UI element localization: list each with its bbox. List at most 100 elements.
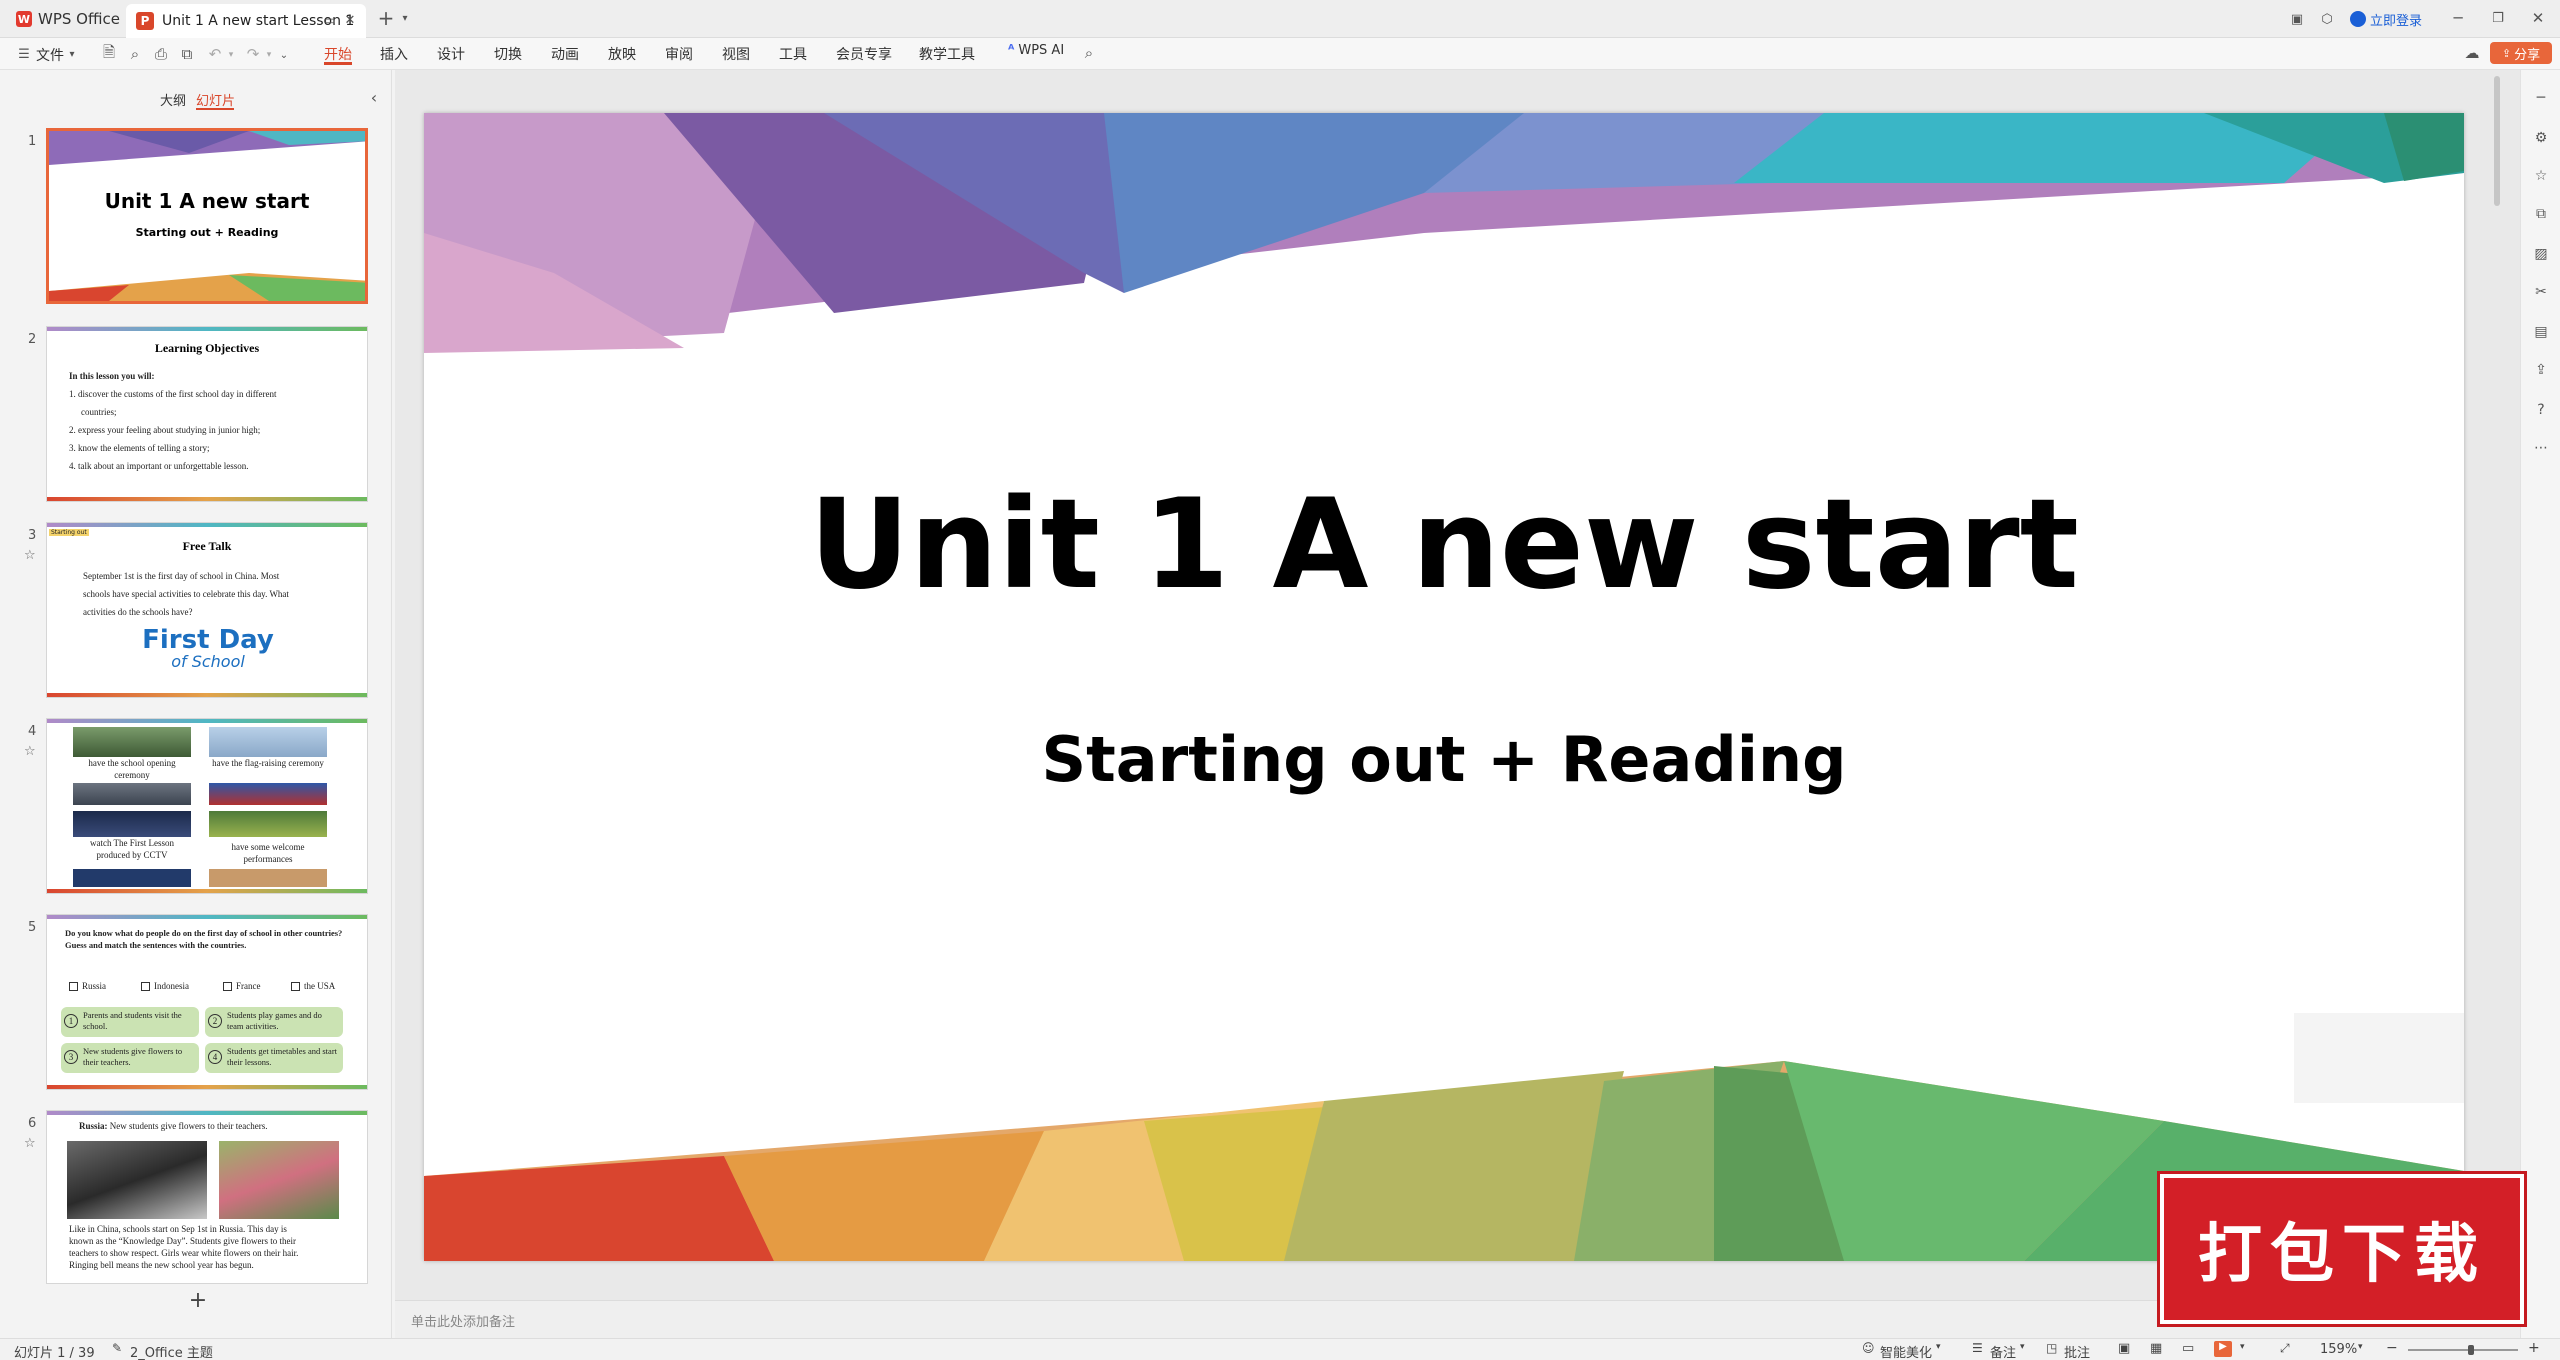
thumb-number: 5 [28, 920, 37, 935]
cube-icon[interactable]: ⬡ [2318, 10, 2336, 28]
smart-beautify-button[interactable]: 智能美化 [1880, 1342, 1932, 1360]
preview-icon[interactable]: ⧉ [178, 45, 196, 63]
play-slideshow-icon[interactable]: ▶ [2214, 1341, 2232, 1357]
tab-review[interactable]: 审阅 [665, 44, 693, 64]
collapse-panel-icon[interactable]: ‹ [366, 88, 382, 107]
picture-icon[interactable]: ▨ [2521, 242, 2560, 266]
cloud-sync-icon[interactable]: ☁ [2462, 44, 2482, 62]
redo-icon[interactable]: ↷ [244, 45, 262, 63]
comment-toggle[interactable]: 批注 [2064, 1342, 2090, 1360]
hamburger-menu-icon[interactable]: ☰ [16, 46, 32, 62]
zoom-slider-thumb[interactable] [2468, 1345, 2474, 1355]
theme-name[interactable]: 2_Office 主题 [130, 1342, 213, 1360]
magic-tools-icon[interactable]: ✂ [2521, 280, 2560, 304]
thumb6-heading: Russia: New students give flowers to the… [79, 1121, 267, 1131]
play-chevron-icon[interactable]: ▾ [2240, 1342, 2245, 1352]
redo-chevron-icon[interactable]: ▾ [264, 47, 274, 63]
tab-slideshow[interactable]: 放映 [608, 44, 636, 64]
close-tab-icon[interactable]: ✕ [342, 12, 358, 28]
wps-home-label: WPS Office [38, 10, 120, 28]
collapse-toolbar-icon[interactable]: ─ [2521, 86, 2560, 110]
zoom-level[interactable]: 159% [2320, 1342, 2357, 1357]
find-icon[interactable]: ⌕ [126, 45, 144, 63]
slide-thumbnail-3[interactable]: Starting out Free Talk September 1st is … [46, 522, 368, 698]
match-option[interactable]: 1 Parents and students visit the school. [61, 1007, 199, 1037]
undo-icon[interactable]: ↶ [206, 45, 224, 63]
copy-format-icon[interactable]: ⧉ [2521, 202, 2560, 226]
zoom-slider[interactable] [2408, 1349, 2518, 1351]
tab-outline[interactable]: 大纲 [160, 90, 186, 109]
share-slides-icon[interactable]: ⇪ [2521, 358, 2560, 382]
wps-ai-button[interactable]: ᴬ WPS AI [1008, 43, 1064, 58]
close-window-icon[interactable]: ✕ [2526, 8, 2550, 28]
zoom-in-icon[interactable]: + [2528, 1340, 2540, 1356]
normal-view-icon[interactable]: ▣ [2118, 1341, 2130, 1356]
country-option[interactable]: Russia [69, 981, 106, 992]
tab-animations[interactable]: 动画 [551, 44, 579, 64]
file-menu[interactable]: 文件 [36, 45, 64, 65]
star-icon[interactable]: ☆ [24, 744, 36, 759]
save-icon[interactable]: 🗎 [100, 43, 118, 63]
tab-home[interactable]: 开始 [324, 44, 352, 64]
notes-icon: ☰ [1972, 1341, 1983, 1355]
country-option[interactable]: Indonesia [141, 981, 189, 992]
tab-view[interactable]: 视图 [722, 44, 750, 64]
monitor-icon[interactable]: ▭ [322, 12, 338, 28]
star-icon[interactable]: ☆ [24, 1136, 36, 1151]
slide-thumbnail-2[interactable]: Learning Objectives In this lesson you w… [46, 326, 368, 502]
restore-icon[interactable]: ❐ [2486, 8, 2510, 28]
login-button[interactable]: 立即登录 [2350, 9, 2422, 29]
country-option[interactable]: France [223, 981, 261, 992]
slide-thumbnail-6[interactable]: Russia: New students give flowers to the… [46, 1110, 368, 1284]
option-text: Students play games and do team activiti… [227, 1010, 322, 1031]
download-banner[interactable]: 打包下载 [2160, 1174, 2524, 1324]
tab-member[interactable]: 会员专享 [836, 44, 892, 64]
tab-design[interactable]: 设计 [437, 44, 465, 64]
fit-window-icon[interactable]: ⤢ [2280, 1341, 2290, 1356]
search-icon[interactable]: ⌕ [1080, 44, 1098, 62]
slide-right-shadow-shape [2294, 1013, 2464, 1103]
document-tab[interactable]: P Unit 1 A new start Lesson 1 ▭ ✕ [126, 4, 366, 38]
scrollbar-thumb[interactable] [2494, 76, 2500, 206]
print-icon[interactable]: ⎙ [152, 45, 170, 63]
thumb6-line: teachers to show respect. Girls wear whi… [69, 1248, 299, 1258]
notes-chevron-icon[interactable]: ▾ [2020, 1342, 2025, 1352]
tab-tools[interactable]: 工具 [779, 44, 807, 64]
tab-slides[interactable]: 幻灯片 [196, 90, 235, 109]
window-layout-icon[interactable]: ▣ [2288, 10, 2306, 28]
slide-subtitle[interactable]: Starting out + Reading [424, 723, 2464, 796]
zoom-chevron-icon[interactable]: ▾ [2358, 1342, 2363, 1352]
tab-insert[interactable]: 插入 [380, 44, 408, 64]
properties-icon[interactable]: ⚙ [2521, 126, 2560, 150]
current-slide[interactable]: Unit 1 A new start Starting out + Readin… [424, 113, 2464, 1261]
match-option[interactable]: 4 Students get timetables and start their… [205, 1043, 343, 1073]
more-icon[interactable]: ⋯ [2521, 436, 2560, 460]
country-option[interactable]: the USA [291, 981, 335, 992]
notes-toggle[interactable]: 备注 [1990, 1342, 2016, 1360]
reading-view-icon[interactable]: ▭ [2182, 1341, 2194, 1356]
zoom-out-icon[interactable]: − [2386, 1340, 2398, 1356]
slide-thumbnail-5[interactable]: Do you know what do people do on the fir… [46, 914, 368, 1090]
minimize-icon[interactable]: ─ [2446, 8, 2470, 28]
help-icon[interactable]: ? [2521, 398, 2560, 422]
slide-thumbnail-1[interactable]: Unit 1 A new start Starting out + Readin… [46, 128, 368, 304]
slide-thumbnail-4[interactable]: have the school opening ceremony have th… [46, 718, 368, 894]
undo-chevron-icon[interactable]: ▾ [226, 47, 236, 63]
tab-list-chevron-icon[interactable]: ▾ [398, 10, 412, 26]
match-option[interactable]: 2 Students play games and do team activit… [205, 1007, 343, 1037]
favorite-icon[interactable]: ☆ [2521, 164, 2560, 188]
wps-home-tab[interactable]: W WPS Office [6, 4, 130, 34]
add-slide-button[interactable]: + [186, 1288, 210, 1313]
star-icon[interactable]: ☆ [24, 548, 36, 563]
tab-teaching-tools[interactable]: 教学工具 [919, 44, 975, 64]
share-button[interactable]: ⇪ 分享 [2490, 42, 2552, 64]
new-tab-icon[interactable]: + [376, 6, 396, 30]
more-chevron-icon[interactable]: ⌄ [278, 47, 290, 63]
file-menu-chevron-icon[interactable]: ▾ [66, 46, 78, 62]
tab-transitions[interactable]: 切换 [494, 44, 522, 64]
smart-beautify-chevron-icon[interactable]: ▾ [1936, 1342, 1941, 1352]
slide-title[interactable]: Unit 1 A new start [424, 473, 2464, 617]
translate-icon[interactable]: ▤ [2521, 320, 2560, 344]
slide-sorter-icon[interactable]: ▦ [2150, 1341, 2162, 1356]
match-option[interactable]: 3 New students give flowers to their teac… [61, 1043, 199, 1073]
